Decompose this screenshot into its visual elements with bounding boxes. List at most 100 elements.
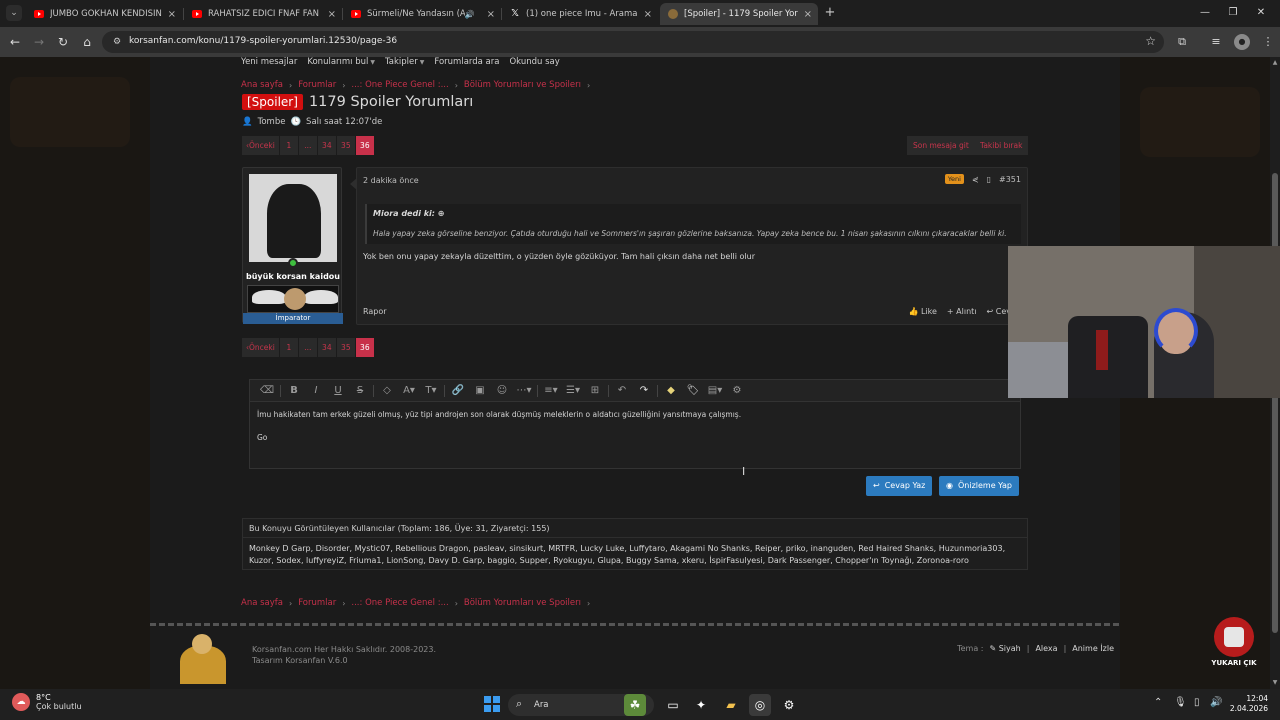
- close-tab-icon[interactable]: ×: [328, 9, 336, 20]
- home-icon[interactable]: ⌂: [78, 33, 96, 51]
- thread-author[interactable]: Tombe: [258, 117, 286, 127]
- bold-icon[interactable]: B: [283, 380, 305, 402]
- tab-5-active[interactable]: [Spoiler] - 1179 Spoiler Yorumla ×: [660, 3, 818, 25]
- quote-author[interactable]: Miora dedi ki: ⊕: [373, 209, 445, 218]
- smiley-icon[interactable]: ☺: [491, 380, 513, 402]
- app-icon[interactable]: ⚙: [778, 694, 800, 716]
- scrollbar-thumb[interactable]: [1272, 173, 1278, 633]
- forward-icon[interactable]: →: [30, 33, 48, 51]
- close-tab-icon[interactable]: ×: [804, 9, 812, 20]
- report-link[interactable]: Rapor: [363, 307, 387, 316]
- address-bar[interactable]: ⚙ korsanfan.com/konu/1179-spoiler-yoruml…: [102, 31, 1164, 53]
- pagination-prev[interactable]: ‹Önceki: [242, 136, 279, 155]
- page-current[interactable]: 36: [355, 136, 374, 155]
- subnav-search-forums[interactable]: Forumlarda ara: [434, 57, 499, 71]
- expand-quote-icon[interactable]: ⊕: [438, 209, 445, 218]
- link-icon[interactable]: 🔗: [447, 380, 469, 402]
- scroll-up-icon[interactable]: ▲: [1271, 59, 1279, 66]
- preview-button[interactable]: ◉ Önizleme Yap: [939, 476, 1019, 496]
- reading-list-icon[interactable]: ≡: [1208, 34, 1224, 50]
- eraser-icon[interactable]: ⌫: [256, 380, 278, 402]
- network-icon[interactable]: ▯: [1194, 697, 1200, 708]
- breadcrumb-home[interactable]: Ana sayfa: [241, 598, 283, 608]
- last-post-button[interactable]: Son mesaja git: [907, 136, 975, 155]
- reload-icon[interactable]: ↻: [54, 33, 72, 51]
- theme-chooser[interactable]: ✎ Siyah: [989, 644, 1020, 653]
- list-icon[interactable]: ☰▾: [562, 380, 584, 402]
- tab-search-dropdown-icon[interactable]: ⌄: [6, 5, 22, 21]
- subnav-my-threads[interactable]: Konularımı bul ▼: [307, 57, 375, 71]
- back-to-top-button[interactable]: YUKARI ÇIK: [1206, 615, 1262, 675]
- redo-icon[interactable]: ↷: [633, 380, 655, 402]
- image-icon[interactable]: ▣: [469, 380, 491, 402]
- viewers-line[interactable]: Monkey D Garp, Disorder, Mystic07, Rebel…: [249, 543, 1023, 555]
- share-icon[interactable]: ⋞: [972, 175, 979, 184]
- avatar[interactable]: [249, 174, 337, 262]
- subnav-follows[interactable]: Takipler ▼: [385, 57, 424, 71]
- chrome-icon[interactable]: ◎: [749, 694, 771, 716]
- search-highlight-icon[interactable]: ☘: [624, 694, 646, 716]
- page-ellipsis[interactable]: ...: [298, 136, 317, 155]
- unfollow-button[interactable]: Takibi bırak: [974, 136, 1029, 155]
- page-link[interactable]: 35: [336, 338, 355, 357]
- site-info-icon[interactable]: ⚙: [110, 35, 124, 49]
- viewers-line[interactable]: Kuzor, Sodex, luffyreyiZ, Friuma1, LionS…: [249, 555, 1023, 567]
- tag-icon[interactable]: 🏷: [682, 380, 704, 402]
- page-link[interactable]: 1: [279, 136, 298, 155]
- tab-4[interactable]: 𝕏 (1) one piece İmu - Arama / X ×: [502, 3, 658, 25]
- footer-link-anime[interactable]: Anime İzle: [1072, 644, 1114, 653]
- font-size-icon[interactable]: T▾: [420, 380, 442, 402]
- font-family-icon[interactable]: A▾: [398, 380, 420, 402]
- minimize-icon[interactable]: —: [1196, 4, 1214, 22]
- pagination-prev[interactable]: ‹Önceki: [242, 338, 279, 357]
- page-current[interactable]: 36: [355, 338, 374, 357]
- breadcrumb-spoilers[interactable]: Bölüm Yorumları ve Spoilerı: [464, 80, 581, 90]
- breadcrumb-one-piece[interactable]: ...: One Piece Genel :...: [351, 598, 448, 608]
- subnav-mark-read[interactable]: Okundu say: [509, 57, 559, 71]
- menu-kebab-icon[interactable]: ⋮: [1260, 34, 1276, 50]
- close-tab-icon[interactable]: ×: [168, 9, 176, 20]
- scroll-down-icon[interactable]: ▼: [1271, 679, 1279, 686]
- like-button[interactable]: 👍 Like: [908, 307, 936, 316]
- strikethrough-icon[interactable]: S: [349, 380, 371, 402]
- post-username[interactable]: büyük korsan kaidou: [243, 272, 343, 281]
- bookmark-star-icon[interactable]: ☆: [1145, 34, 1156, 48]
- text-color-icon[interactable]: ◇: [376, 380, 398, 402]
- system-clock[interactable]: 12:04 2.04.2026: [1224, 694, 1268, 714]
- tab-1[interactable]: JUMBO GÖKHAN KENDİSİNE İH ×: [26, 3, 182, 25]
- editor-text-area[interactable]: İmu hakikaten tam erkek güzeli olmuş, yü…: [257, 410, 1013, 442]
- spoiler-prefix-badge[interactable]: [Spoiler]: [242, 94, 303, 110]
- settings-gear-icon[interactable]: ⚙: [726, 380, 748, 402]
- weather-widget[interactable]: ☁ 8°C Çok bulutlu: [12, 693, 82, 711]
- back-icon[interactable]: ←: [6, 33, 24, 51]
- subnav-new-messages[interactable]: Yeni mesajlar: [241, 57, 297, 71]
- undo-icon[interactable]: ↶: [611, 380, 633, 402]
- task-view-icon[interactable]: ▭: [662, 694, 684, 716]
- breadcrumb-forums[interactable]: Forumlar: [298, 80, 336, 90]
- spoiler-tag-icon[interactable]: ◆: [660, 380, 682, 402]
- bookmark-icon[interactable]: ▯: [987, 175, 991, 184]
- close-tab-icon[interactable]: ×: [487, 9, 495, 20]
- align-icon[interactable]: ≡▾: [540, 380, 562, 402]
- tray-overflow-icon[interactable]: ⌃: [1154, 697, 1162, 708]
- footer-link-alexa[interactable]: Alexa: [1035, 644, 1057, 653]
- microphone-icon[interactable]: 🎙: [1174, 697, 1187, 708]
- page-ellipsis[interactable]: ...: [298, 338, 317, 357]
- page-link[interactable]: 34: [317, 338, 336, 357]
- speaker-icon[interactable]: 🔊: [465, 10, 475, 19]
- extensions-icon[interactable]: ⧉: [1174, 34, 1190, 50]
- post-number[interactable]: #351: [999, 175, 1021, 184]
- breadcrumb-home[interactable]: Ana sayfa: [241, 80, 283, 90]
- volume-icon[interactable]: 🔊: [1210, 697, 1222, 708]
- table-icon[interactable]: ⊞: [584, 380, 606, 402]
- quote-button[interactable]: + Alıntı: [947, 307, 977, 316]
- breadcrumb-one-piece[interactable]: ...: One Piece Genel :...: [351, 80, 448, 90]
- close-tab-icon[interactable]: ×: [644, 9, 652, 20]
- page-link[interactable]: 34: [317, 136, 336, 155]
- file-explorer-icon[interactable]: ▰: [720, 694, 742, 716]
- post-time[interactable]: 2 dakika önce: [363, 176, 419, 185]
- new-tab-icon[interactable]: +: [823, 5, 837, 21]
- tab-3[interactable]: Sürmeli/Ne Yandasın (Ahme 🔊 ×: [343, 3, 501, 25]
- profile-avatar-icon[interactable]: ●: [1234, 34, 1250, 50]
- thread-date[interactable]: Salı saat 12:07'de: [306, 117, 382, 127]
